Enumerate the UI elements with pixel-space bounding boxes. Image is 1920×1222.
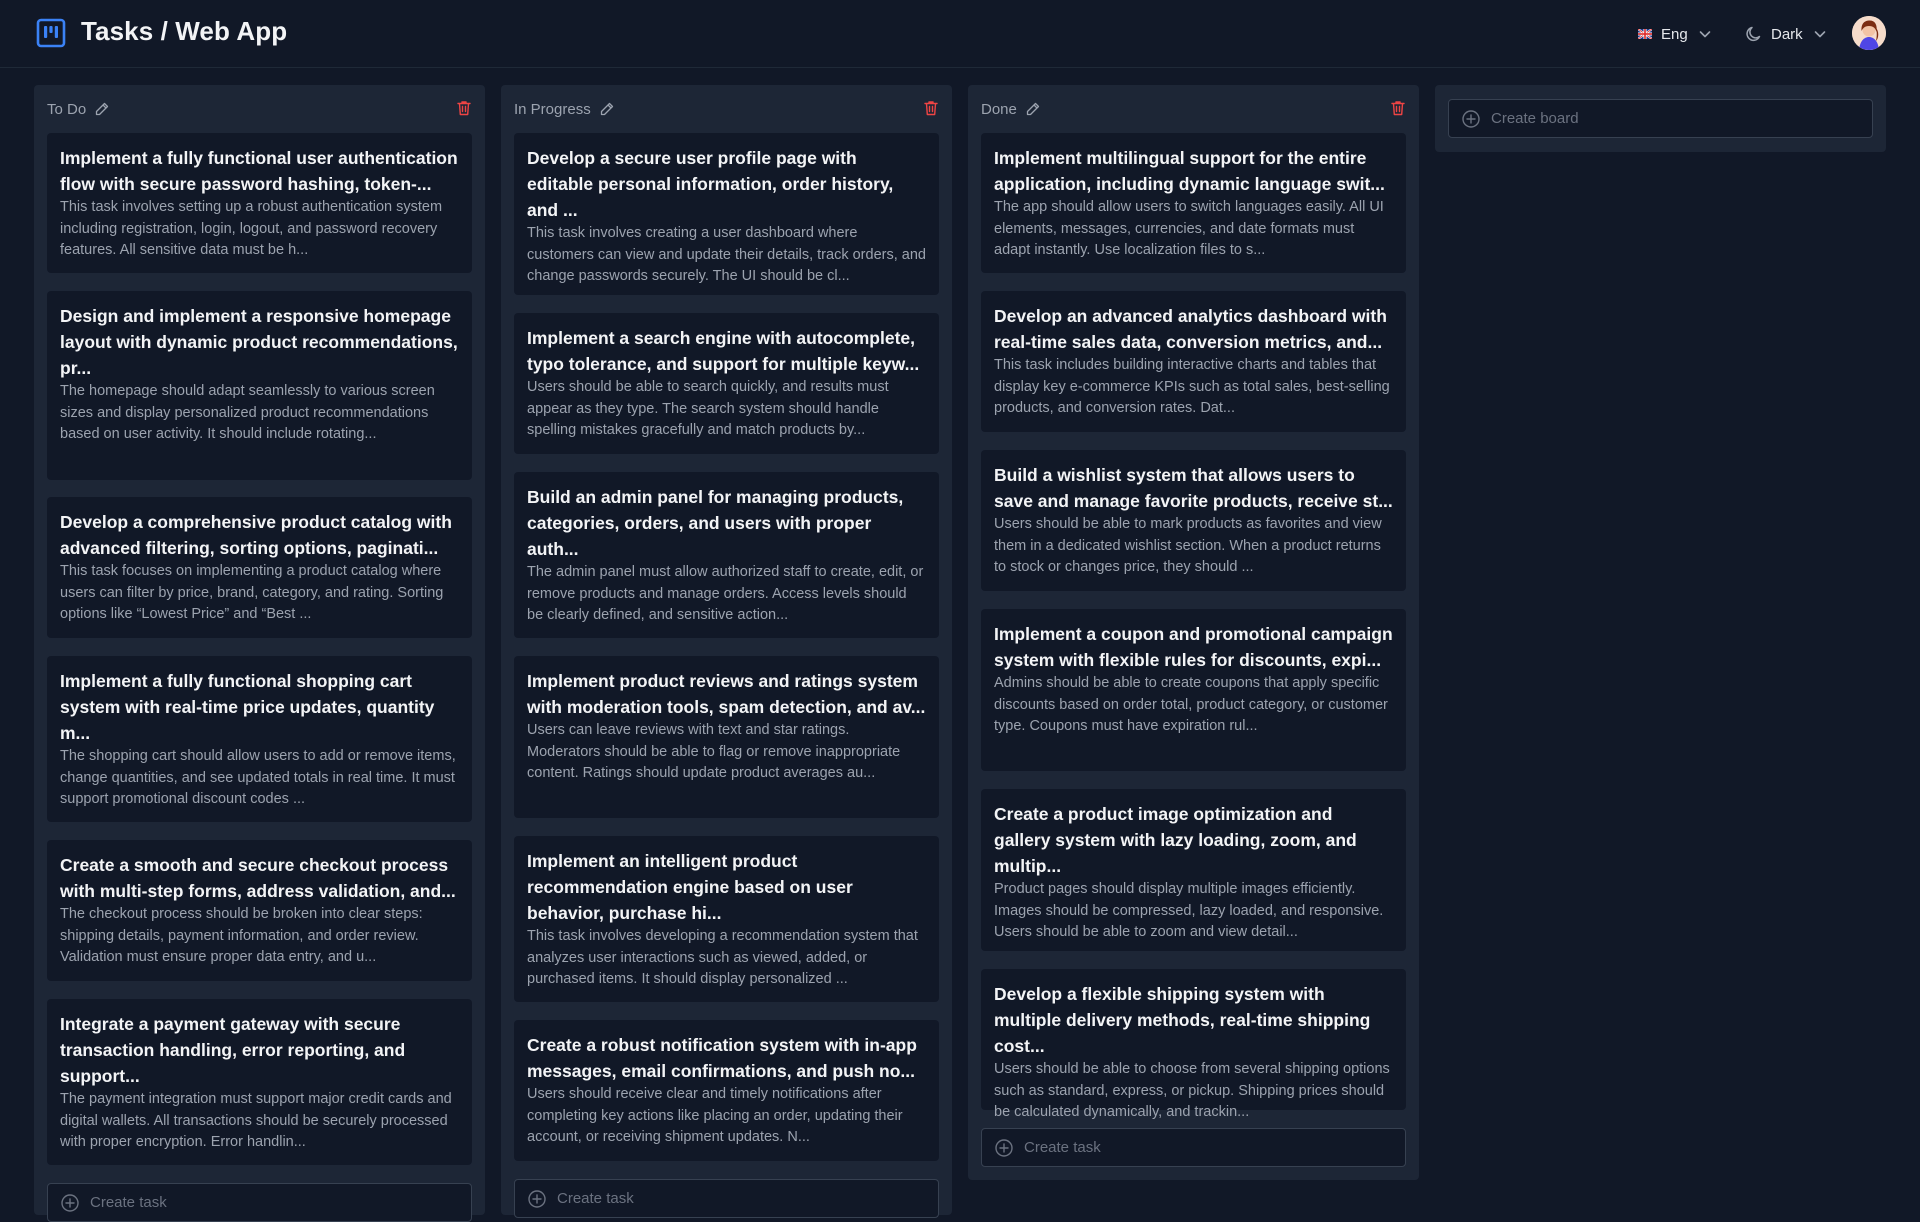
column-header: Done	[981, 99, 1041, 119]
task-description: Product pages should display multiple im…	[994, 881, 1384, 940]
create-task-button[interactable]: Create task	[514, 1179, 939, 1218]
trash-icon[interactable]	[922, 99, 940, 117]
task-title: Build a wishlist system that allows user…	[994, 465, 1393, 511]
user-avatar[interactable]	[1852, 16, 1886, 50]
trash-icon[interactable]	[1389, 99, 1407, 117]
task-title: Develop an advanced analytics dashboard …	[994, 306, 1387, 352]
task-title: Implement multilingual support for the e…	[994, 148, 1385, 194]
task-card[interactable]: Create a robust notification system with…	[514, 1020, 939, 1161]
task-card[interactable]: Implement multilingual support for the e…	[981, 133, 1406, 273]
task-card[interactable]: Implement a fully functional shopping ca…	[47, 656, 472, 822]
top-bar: Tasks / Web App Eng Dark	[0, 0, 1920, 68]
task-title: Implement a coupon and promotional campa…	[994, 624, 1393, 670]
task-title: Develop a secure user profile page with …	[527, 148, 894, 220]
pencil-icon[interactable]	[1025, 101, 1041, 117]
task-card[interactable]: Build an admin panel for managing produc…	[514, 472, 939, 638]
task-title: Implement a search engine with autocompl…	[527, 328, 920, 374]
task-title: Create a smooth and secure checkout proc…	[60, 855, 456, 901]
task-description: Users can leave reviews with text and st…	[527, 722, 901, 781]
column-header: In Progress	[514, 99, 615, 119]
plus-circle-icon	[61, 1193, 79, 1212]
create-task-label: Create task	[557, 1190, 634, 1207]
column-header: To Do	[47, 99, 110, 119]
board-logo-icon[interactable]	[36, 18, 66, 48]
column-in-progress: In Progress Develop a secure user profil…	[501, 85, 952, 1218]
create-task-button[interactable]: Create task	[981, 1128, 1406, 1167]
task-card[interactable]: Implement a search engine with autocompl…	[514, 313, 939, 454]
column-todo: To Do Implement a fully functional user …	[34, 85, 485, 1222]
task-description: This task involves creating a user dashb…	[527, 225, 926, 284]
plus-circle-icon	[1462, 109, 1480, 128]
column-title: To Do	[47, 100, 87, 118]
page-title: Tasks / Web App	[81, 16, 288, 46]
task-card[interactable]: Implement a coupon and promotional campa…	[981, 609, 1406, 771]
task-card[interactable]: Develop a secure user profile page with …	[514, 133, 939, 295]
task-card[interactable]: Implement product reviews and ratings sy…	[514, 656, 939, 818]
task-card[interactable]: Develop an advanced analytics dashboard …	[981, 291, 1406, 432]
task-card[interactable]: Create a smooth and secure checkout proc…	[47, 840, 472, 981]
task-description: The checkout process should be broken in…	[60, 906, 423, 965]
task-description: The app should allow users to switch lan…	[994, 199, 1384, 258]
chevron-down-icon	[1699, 31, 1711, 38]
task-title: Integrate a payment gateway with secure …	[60, 1014, 406, 1086]
task-title: Implement a fully functional shopping ca…	[60, 671, 435, 743]
create-task-button[interactable]: Create task	[47, 1183, 472, 1222]
task-title: Design and implement a responsive homepa…	[60, 306, 458, 378]
uk-flag-icon	[1638, 29, 1652, 39]
pencil-icon[interactable]	[94, 101, 110, 117]
task-description: The homepage should adapt seamlessly to …	[60, 383, 435, 442]
task-description: The admin panel must allow authorized st…	[527, 564, 924, 623]
task-title: Implement a fully functional user authen…	[60, 148, 458, 194]
task-card[interactable]: Develop a flexible shipping system with …	[981, 969, 1406, 1120]
task-card[interactable]: Develop a comprehensive product catalog …	[47, 497, 472, 638]
column-done: Done Implement multilingual support for …	[968, 85, 1419, 1180]
trash-icon[interactable]	[455, 99, 473, 117]
create-board-panel: Create board	[1435, 85, 1886, 152]
column-title: In Progress	[514, 100, 591, 118]
task-card[interactable]: Integrate a payment gateway with secure …	[47, 999, 472, 1165]
task-title: Create a product image optimization and …	[994, 804, 1357, 876]
language-selector[interactable]: Eng	[1638, 14, 1712, 54]
avatar-image	[1852, 16, 1886, 50]
task-title: Build an admin panel for managing produc…	[527, 487, 904, 559]
task-title: Develop a comprehensive product catalog …	[60, 512, 452, 558]
task-description: This task involves setting up a robust a…	[60, 199, 443, 258]
task-description: Users should be able to search quickly, …	[527, 379, 889, 438]
task-card[interactable]: Create a product image optimization and …	[981, 789, 1406, 951]
moon-icon	[1746, 26, 1761, 42]
task-description: This task includes building interactive …	[994, 357, 1390, 416]
task-card[interactable]: Implement a fully functional user authen…	[47, 133, 472, 273]
create-board-label: Create board	[1491, 110, 1579, 127]
task-title: Implement product reviews and ratings sy…	[527, 671, 926, 717]
task-description: This task involves developing a recommen…	[527, 928, 918, 987]
pencil-icon[interactable]	[599, 101, 615, 117]
column-title: Done	[981, 100, 1017, 118]
task-title: Implement an intelligent product recomme…	[527, 851, 853, 923]
create-task-label: Create task	[1024, 1139, 1101, 1156]
theme-label: Dark	[1771, 25, 1803, 43]
task-description: Users should receive clear and timely no…	[527, 1086, 903, 1145]
task-card[interactable]: Implement an intelligent product recomme…	[514, 836, 939, 1002]
task-title: Create a robust notification system with…	[527, 1035, 917, 1081]
create-board-button[interactable]: Create board	[1448, 99, 1873, 138]
task-description: Users should be able to choose from seve…	[994, 1061, 1390, 1120]
plus-circle-icon	[528, 1189, 546, 1208]
task-description: The shopping cart should allow users to …	[60, 748, 456, 807]
task-card[interactable]: Build a wishlist system that allows user…	[981, 450, 1406, 591]
chevron-down-icon	[1814, 31, 1825, 38]
create-task-label: Create task	[90, 1194, 167, 1211]
plus-circle-icon	[995, 1138, 1013, 1157]
task-description: Users should be able to mark products as…	[994, 516, 1382, 575]
task-description: The payment integration must support maj…	[60, 1091, 452, 1150]
task-card[interactable]: Design and implement a responsive homepa…	[47, 291, 472, 480]
task-description: This task focuses on implementing a prod…	[60, 563, 444, 622]
theme-selector[interactable]: Dark	[1745, 14, 1827, 54]
task-description: Admins should be able to create coupons …	[994, 675, 1388, 734]
task-title: Develop a flexible shipping system with …	[994, 984, 1371, 1056]
language-label: Eng	[1661, 25, 1688, 43]
